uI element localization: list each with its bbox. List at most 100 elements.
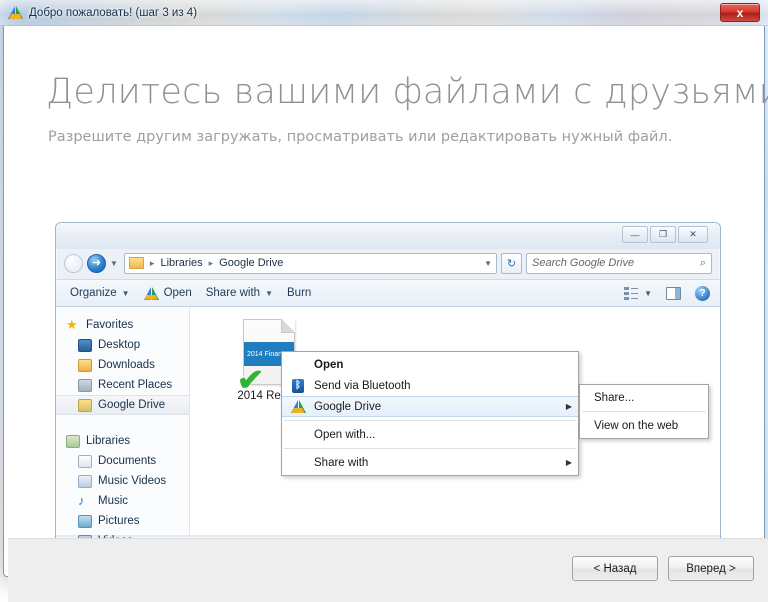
nav-group-libraries[interactable]: Libraries	[56, 431, 189, 451]
back-button[interactable]: < Назад	[572, 556, 658, 581]
open-button[interactable]: Open	[140, 284, 202, 303]
sidebar-item-label: Downloads	[98, 359, 155, 371]
bluetooth-icon: ᛒ	[290, 378, 306, 394]
submenu-arrow-icon: ▶	[566, 402, 572, 411]
burn-button[interactable]: Burn	[283, 284, 321, 302]
explorer-minimize-button[interactable]: —	[622, 226, 648, 243]
open-label: Open	[164, 287, 192, 299]
next-button[interactable]: Вперед >	[668, 556, 754, 581]
nav-group-favorites[interactable]: ★ Favorites	[56, 315, 189, 335]
toolbar-right-group: ▼ ?	[624, 286, 710, 301]
context-menu-item-label: Open	[314, 359, 572, 371]
sidebar-item-label: Google Drive	[98, 399, 165, 411]
folder-icon	[129, 257, 144, 269]
context-submenu: Share... View on the web	[579, 384, 709, 439]
search-input[interactable]: Search Google Drive ⌕	[526, 253, 712, 274]
context-menu-item-send-via-bluetooth[interactable]: ᛒ Send via Bluetooth	[282, 375, 578, 396]
blank-icon	[290, 427, 306, 443]
context-menu-item-google-drive[interactable]: Google Drive ▶	[282, 396, 578, 417]
sidebar-item-label: Music	[98, 495, 128, 507]
chevron-down-icon: ▼	[122, 289, 130, 298]
sidebar-item-videos[interactable]: Videos	[56, 531, 189, 538]
explorer-close-button[interactable]: ✕	[678, 226, 708, 243]
google-drive-icon	[144, 287, 159, 300]
submenu-arrow-icon: ▶	[566, 458, 572, 467]
breadcrumb-separator: ▸	[207, 258, 216, 269]
submenu-item-label: View on the web	[594, 420, 702, 432]
navigation-pane: ★ Favorites Desktop Downloads Recent Pla…	[56, 307, 190, 535]
breadcrumb-libraries[interactable]: Libraries	[160, 257, 202, 269]
view-options-icon[interactable]	[624, 287, 638, 300]
help-icon[interactable]: ?	[695, 286, 710, 301]
desktop-icon	[78, 339, 92, 352]
sidebar-item-music[interactable]: ♪ Music	[56, 491, 189, 511]
sidebar-item-downloads[interactable]: Downloads	[56, 355, 189, 375]
preview-pane-icon[interactable]	[666, 287, 681, 300]
close-button[interactable]: x	[720, 3, 760, 22]
forward-button[interactable]: ➜	[87, 254, 106, 273]
context-menu-item-open[interactable]: Open	[282, 354, 578, 375]
context-menu-item-label: Google Drive	[314, 401, 558, 413]
wizard-body: Делитесь вашими файлами с друзьями Разре…	[3, 26, 765, 577]
context-menu-item-open-with[interactable]: Open with...	[282, 424, 578, 445]
submenu-item-view-on-the-web[interactable]: View on the web	[580, 415, 708, 436]
sidebar-item-music-videos[interactable]: Music Videos	[56, 471, 189, 491]
menu-separator	[284, 448, 576, 449]
recent-places-icon	[78, 379, 92, 392]
menu-separator	[582, 411, 706, 412]
submenu-item-share[interactable]: Share...	[580, 387, 708, 408]
chevron-down-icon[interactable]: ▼	[644, 289, 652, 298]
nav-group-label: Libraries	[86, 435, 130, 447]
wizard-titlebar: Добро пожаловать! (шаг 3 из 4) x	[0, 0, 768, 26]
address-input[interactable]: ▸ Libraries ▸ Google Drive ▼	[124, 253, 497, 274]
nav-spacer	[56, 415, 189, 431]
menu-separator	[284, 420, 576, 421]
documents-library-icon	[78, 455, 92, 468]
organize-label: Organize	[70, 287, 117, 299]
breadcrumb-google-drive[interactable]: Google Drive	[219, 257, 283, 269]
sidebar-item-desktop[interactable]: Desktop	[56, 335, 189, 355]
music-library-icon: ♪	[78, 495, 92, 508]
explorer-maximize-button[interactable]: ❐	[650, 226, 676, 243]
context-menu-item-label: Share with	[314, 457, 558, 469]
sync-check-icon: ✔	[237, 372, 265, 390]
context-menu: Open ᛒ Send via Bluetooth Google Drive ▶…	[281, 351, 579, 476]
submenu-item-label: Share...	[594, 392, 702, 404]
sidebar-item-recent-places[interactable]: Recent Places	[56, 375, 189, 395]
sidebar-item-documents[interactable]: Documents	[56, 451, 189, 471]
sidebar-item-label: Music Videos	[98, 475, 166, 487]
page-corner-fold	[281, 319, 295, 333]
context-menu-item-share-with[interactable]: Share with ▶	[282, 452, 578, 473]
search-placeholder: Search Google Drive	[532, 257, 634, 269]
context-menu-item-label: Open with...	[314, 429, 572, 441]
organize-button[interactable]: Organize ▼	[66, 284, 140, 302]
context-menu-item-label: Send via Bluetooth	[314, 380, 572, 392]
google-drive-icon	[290, 399, 306, 415]
page-subtitle: Разрешите другим загружать, просматриват…	[48, 125, 688, 150]
share-with-label: Share with	[206, 287, 260, 299]
explorer-toolbar: Organize ▼ Open Share with ▼ Burn	[56, 279, 720, 307]
breadcrumb-separator: ▸	[148, 258, 157, 269]
blank-icon	[290, 357, 306, 373]
page-title: Делитесь вашими файлами с друзьями	[46, 72, 768, 112]
refresh-icon[interactable]: ↻	[501, 253, 522, 274]
recent-pages-chevron-down-icon[interactable]: ▼	[110, 259, 118, 268]
google-drive-icon	[8, 6, 23, 19]
sidebar-item-label: Desktop	[98, 339, 140, 351]
google-drive-folder-icon	[78, 399, 92, 412]
back-button[interactable]	[64, 254, 83, 273]
wizard-footer: < Назад Вперед >	[8, 538, 768, 602]
welcome-wizard-window: Добро пожаловать! (шаг 3 из 4) x Делитес…	[0, 0, 768, 580]
explorer-titlebar: — ❐ ✕	[56, 223, 720, 249]
chevron-down-icon: ▼	[265, 289, 273, 298]
libraries-icon	[66, 435, 80, 448]
sidebar-item-google-drive[interactable]: Google Drive	[56, 395, 189, 415]
star-icon: ★	[66, 319, 80, 332]
nav-group-label: Favorites	[86, 319, 133, 331]
share-with-button[interactable]: Share with ▼	[202, 284, 283, 302]
sidebar-item-label: Recent Places	[98, 379, 172, 391]
explorer-address-bar: ➜ ▼ ▸ Libraries ▸ Google Drive ▼ ↻ Searc…	[56, 249, 720, 279]
address-chevron-down-icon[interactable]: ▼	[484, 259, 492, 268]
sidebar-item-pictures[interactable]: Pictures	[56, 511, 189, 531]
window-title: Добро пожаловать! (шаг 3 из 4)	[29, 7, 197, 19]
